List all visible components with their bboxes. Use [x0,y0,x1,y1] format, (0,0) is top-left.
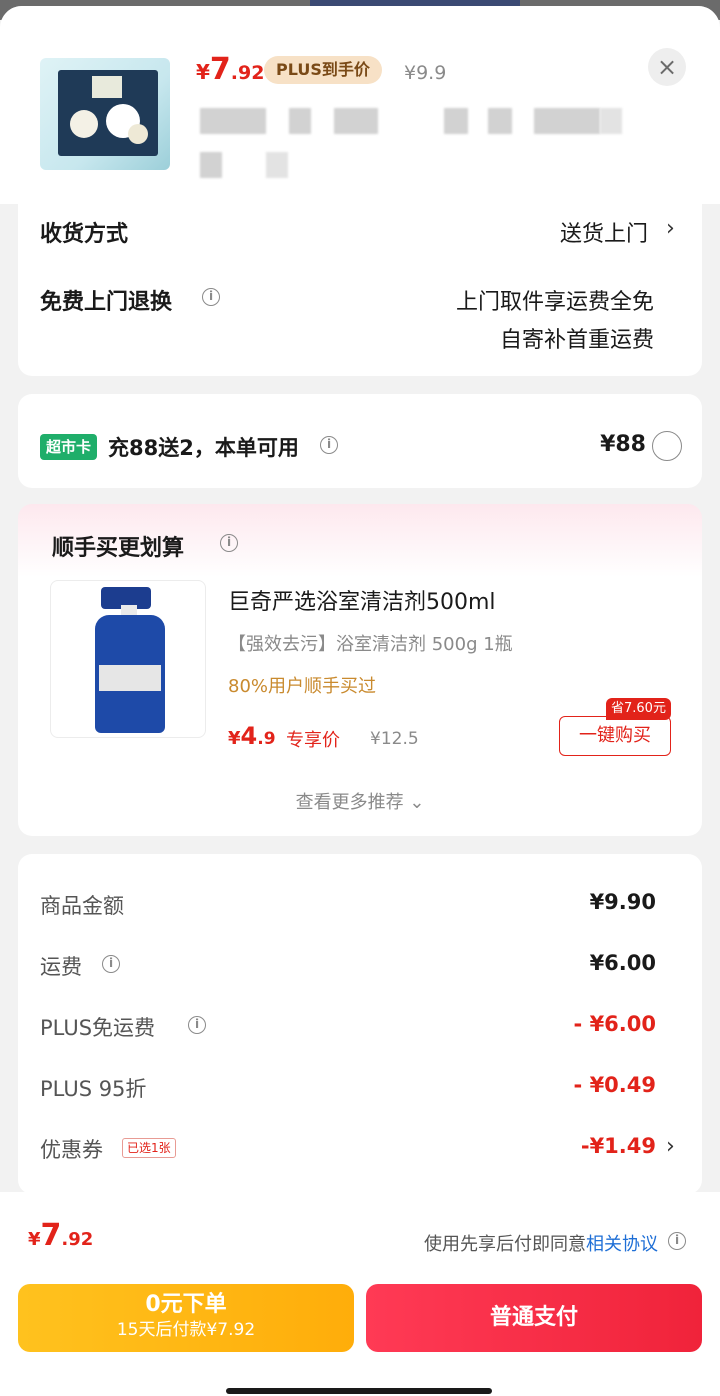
agreement-link[interactable]: 相关协议 [586,1234,658,1255]
blurred-spec-8 [200,152,222,178]
product-desc: 【强效去污】浴室清洁剂 500g 1瓶 [228,634,513,655]
chevron-right-icon[interactable]: › [666,216,675,241]
coupon-selected-tag: 已选1张 [122,1138,176,1158]
recommend-title: 顺手买更划算 [52,536,185,561]
product-price: ¥4.9 [228,722,276,750]
info-icon[interactable]: i [320,436,338,454]
chevron-right-icon[interactable]: › [666,1134,675,1159]
shipping-value: ¥6.00 [589,951,656,975]
plus-discount-value: - ¥0.49 [573,1073,656,1097]
home-indicator [226,1388,492,1394]
close-button[interactable]: × [648,48,686,86]
blurred-spec-9 [266,152,288,178]
one-click-buy-button[interactable]: 一键购买 [559,716,671,756]
coupon-value[interactable]: -¥1.49 [581,1134,656,1158]
coupon-label: 优惠券 [40,1138,103,1162]
blurred-spec-1 [200,108,266,134]
product-bought-rate: 80%用户顺手买过 [228,676,377,697]
info-icon[interactable]: i [220,534,238,552]
zero-yuan-order-button[interactable]: 0元下单 15天后付款¥7.92 [18,1284,354,1352]
blurred-spec-7 [600,108,622,134]
blurred-spec-2 [289,108,311,134]
delivery-card: 收货方式 送货上门 › 免费上门退换 i 上门取件享运费全免 自寄补首重运费 [18,182,702,376]
recommend-card: 顺手买更划算 i 巨奇严选浴室清洁剂500ml 【强效去污】浴室清洁剂 500g… [18,504,702,836]
market-card-text: 充88送2，本单可用 [108,436,299,460]
goods-amount-value: ¥9.90 [589,890,656,914]
goods-amount-label: 商品金额 [40,894,124,918]
plus-free-shipping-label: PLUS免运费 [40,1016,156,1040]
plus-free-shipping-value: - ¥6.00 [573,1012,656,1036]
market-card-offer[interactable]: 超市卡 充88送2，本单可用 i ¥88 [18,394,702,488]
info-icon[interactable]: i [202,288,220,306]
plus-price-tag: PLUS到手价 [264,56,382,84]
free-return-label: 免费上门退换 [40,290,173,315]
header-price: ¥7.92 [196,52,265,87]
info-icon[interactable]: i [188,1016,206,1034]
blurred-spec-6 [534,108,600,134]
delivery-method-value[interactable]: 送货上门 [560,216,648,248]
return-line-1: 上门取件享运费全免 [455,290,654,315]
product-image[interactable] [50,580,206,738]
market-card-price: ¥88 [600,432,646,457]
info-icon[interactable]: i [102,955,120,973]
checkout-footer: ¥7.92 使用先享后付即同意相关协议 i 0元下单 15天后付款¥7.92 普… [0,1192,720,1396]
checkout-sheet: ¥7.92 PLUS到手价 ¥9.9 × 收货方式 送货上门 › 免费上门退换 … [0,6,720,1396]
product-original-price: ¥12.5 [370,729,419,749]
product-thumbnail [40,58,170,170]
price-summary-card: 商品金额 ¥9.90 运费 i ¥6.00 PLUS免运费 i - ¥6.00 … [18,854,702,1194]
blurred-spec-3 [334,108,378,134]
plus-discount-label: PLUS 95折 [40,1077,147,1101]
info-icon[interactable]: i [668,1232,686,1250]
return-line-2: 自寄补首重运费 [499,328,654,353]
shipping-label: 运费 [40,955,82,979]
footer-total-price: ¥7.92 [28,1218,94,1253]
blurred-spec-5 [488,108,512,134]
blurred-spec-4 [444,108,468,134]
product-header: ¥7.92 PLUS到手价 ¥9.9 × [0,6,720,204]
header-original-price: ¥9.9 [404,62,447,84]
product-name[interactable]: 巨奇严选浴室清洁剂500ml [228,584,496,616]
normal-pay-button[interactable]: 普通支付 [366,1284,702,1352]
market-card-radio[interactable] [652,431,682,461]
agreement-text: 使用先享后付即同意相关协议 [424,1234,658,1255]
market-card-tag: 超市卡 [40,434,98,460]
more-recommend-link[interactable]: 查看更多推荐 ⌄ [18,788,702,814]
delivery-method-label: 收货方式 [40,222,129,247]
save-badge: 省7.60元 [606,698,671,720]
exclusive-price-label: 专享价 [286,730,340,751]
